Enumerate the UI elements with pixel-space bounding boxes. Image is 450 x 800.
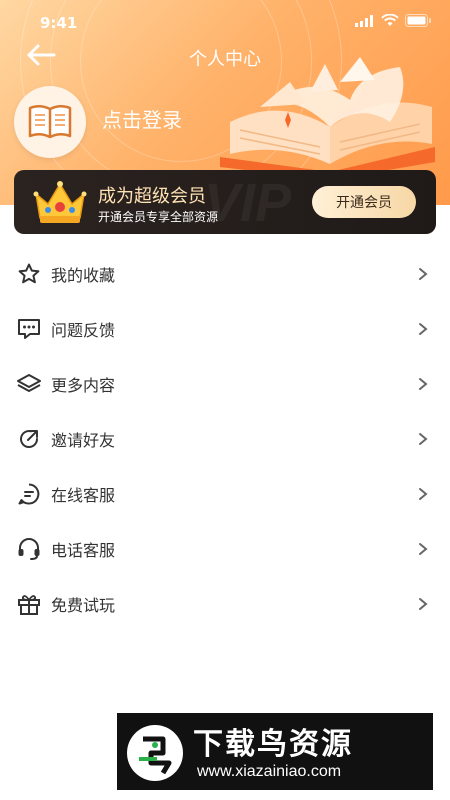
status-time: 9:41 xyxy=(40,14,78,32)
menu-item-online-support[interactable]: 在线客服 xyxy=(0,466,450,521)
menu-item-label: 在线客服 xyxy=(51,485,116,505)
layers-icon xyxy=(16,371,42,397)
menu-item-favorites[interactable]: 我的收藏 xyxy=(0,246,450,301)
open-membership-button[interactable]: 开通会员 xyxy=(312,186,416,218)
message-icon xyxy=(16,481,42,507)
site-watermark: 下载鸟资源 www.xiazainiao.com xyxy=(117,713,433,790)
chevron-right-icon xyxy=(419,542,428,555)
headset-icon xyxy=(16,536,42,562)
bird-logo-icon xyxy=(127,725,183,781)
watermark-title: 下载鸟资源 xyxy=(193,727,353,762)
chevron-right-icon xyxy=(419,487,428,500)
menu-item-label: 邀请好友 xyxy=(51,430,116,450)
menu-item-label: 电话客服 xyxy=(51,540,116,560)
menu-item-more-content[interactable]: 更多内容 xyxy=(0,356,450,411)
menu-item-invite-friends[interactable]: 邀请好友 xyxy=(0,411,450,466)
menu-item-free-trial[interactable]: 免费试玩 xyxy=(0,576,450,631)
menu-item-label: 问题反馈 xyxy=(51,320,116,340)
chevron-right-icon xyxy=(419,322,428,335)
share-icon xyxy=(16,426,42,452)
avatar[interactable] xyxy=(14,86,86,158)
wifi-icon xyxy=(381,14,399,26)
watermark-url: www.xiazainiao.com xyxy=(197,763,342,780)
chevron-right-icon xyxy=(419,267,428,280)
menu-item-feedback[interactable]: 问题反馈 xyxy=(0,301,450,356)
menu-item-phone-support[interactable]: 电话客服 xyxy=(0,521,450,576)
vip-banner[interactable]: VIP 成为超级会员 开通会员专享全部资源 开通会员 xyxy=(14,170,436,234)
crown-icon xyxy=(33,181,87,223)
login-link[interactable]: 点击登录 xyxy=(102,104,182,133)
menu-list: 我的收藏 问题反馈 更多内容 邀请好友 在线客服 电话客服 免费试玩 xyxy=(0,246,450,631)
menu-item-label: 更多内容 xyxy=(51,375,116,395)
star-icon xyxy=(16,261,42,287)
gift-icon xyxy=(16,591,42,617)
signal-icon xyxy=(355,14,373,27)
status-bar: 9:41 xyxy=(0,0,450,44)
chevron-right-icon xyxy=(419,597,428,610)
menu-item-label: 我的收藏 xyxy=(51,265,116,285)
status-icons xyxy=(355,14,432,27)
vip-title: 成为超级会员 xyxy=(98,186,206,207)
menu-item-label: 免费试玩 xyxy=(51,595,116,615)
chevron-right-icon xyxy=(419,432,428,445)
battery-icon xyxy=(405,14,431,27)
chat-icon xyxy=(16,316,42,342)
book-icon xyxy=(28,105,72,139)
chevron-right-icon xyxy=(419,377,428,390)
open-book-illustration xyxy=(220,57,435,180)
vip-subtitle: 开通会员专享全部资源 xyxy=(98,210,219,224)
